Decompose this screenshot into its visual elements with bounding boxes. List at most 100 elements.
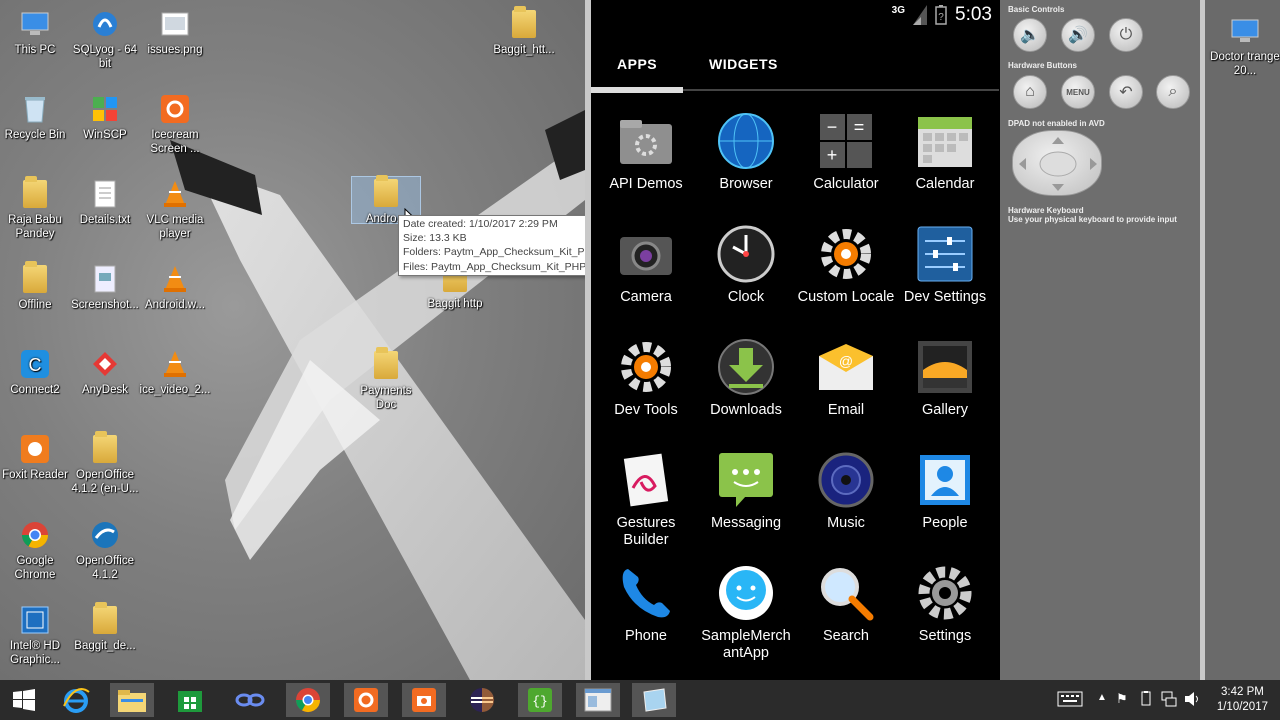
desktop-icon-intel-hd[interactable]: Intel® HD Graphic... bbox=[0, 604, 71, 667]
app-gallery[interactable]: Gallery bbox=[895, 338, 995, 419]
flag-icon[interactable]: ⚑ bbox=[1116, 691, 1128, 707]
keyboard-icon[interactable] bbox=[1057, 691, 1083, 710]
clock-icon bbox=[717, 225, 775, 283]
desktop-icon-google-chrome[interactable]: Google Chrome bbox=[0, 519, 71, 582]
power-button[interactable]: ⏻ bbox=[1109, 18, 1143, 52]
app-people[interactable]: People bbox=[895, 451, 995, 532]
desktop-icon-issues-png[interactable]: issues.png bbox=[139, 8, 211, 57]
gear-orange-icon bbox=[817, 225, 875, 283]
start-button[interactable] bbox=[2, 683, 46, 717]
desktop-icon-screenshot[interactable]: Screenshot... bbox=[69, 263, 141, 312]
volume-down-button[interactable]: 🔈 bbox=[1013, 18, 1047, 52]
tab-apps[interactable]: APPS bbox=[617, 56, 657, 72]
tab-widgets[interactable]: WIDGETS bbox=[709, 56, 778, 72]
desktop-icon-baggit-htt[interactable]: Baggit_htt... bbox=[484, 6, 564, 57]
app-calendar[interactable]: Calendar bbox=[895, 112, 995, 193]
taskbar-window-app[interactable] bbox=[576, 683, 620, 717]
desktop-icon-icecream[interactable]: Icecream Screen ... bbox=[139, 93, 211, 156]
speaker-icon bbox=[817, 451, 875, 509]
speaker-icon[interactable] bbox=[1184, 691, 1200, 710]
taskbar-clock[interactable]: 3:42 PM 1/10/2017 bbox=[1217, 685, 1268, 715]
app-clock[interactable]: Clock bbox=[696, 225, 796, 306]
folder-icon bbox=[506, 6, 542, 40]
taskbar-icecream[interactable] bbox=[344, 683, 388, 717]
app-email[interactable]: @ Email bbox=[796, 338, 896, 419]
desktop-icon-openoffice-folder[interactable]: OpenOffice 4.1.2 (en-U... bbox=[69, 431, 141, 496]
desktop-icon-this-pc[interactable]: This PC bbox=[0, 8, 71, 57]
app-downloads[interactable]: Downloads bbox=[696, 338, 796, 419]
signal-icon bbox=[913, 5, 928, 25]
desktop-icon-winscp[interactable]: WinSCP bbox=[69, 93, 141, 142]
app-settings[interactable]: Settings bbox=[895, 564, 995, 645]
desktop-icon-foxit-reader[interactable]: Foxit Reader bbox=[0, 433, 71, 482]
gear-icon bbox=[916, 564, 974, 622]
menu-button[interactable]: MENU bbox=[1061, 75, 1095, 109]
app-browser[interactable]: Browser bbox=[696, 112, 796, 193]
svg-text:?: ? bbox=[938, 12, 944, 23]
battery-icon: ? bbox=[935, 5, 947, 25]
app-search[interactable]: Search bbox=[796, 564, 896, 645]
desktop-icon-payments-doc[interactable]: Payments Doc bbox=[350, 347, 422, 412]
folder-icon bbox=[17, 261, 53, 295]
app-messaging[interactable]: Messaging bbox=[696, 451, 796, 532]
desktop-icon-android-w[interactable]: Android.w... bbox=[139, 263, 211, 312]
power-plug-icon[interactable] bbox=[1139, 691, 1153, 710]
app-custom-locale[interactable]: Custom Locale bbox=[796, 225, 896, 306]
desktop-icon-recycle-bin[interactable]: Recycle Bin bbox=[0, 93, 71, 142]
app-sample-merchant[interactable]: SampleMerchantApp bbox=[696, 564, 796, 662]
app-api-demos[interactable]: API Demos bbox=[596, 112, 696, 193]
taskbar-store[interactable] bbox=[168, 683, 212, 717]
taskbar-file-explorer[interactable] bbox=[110, 683, 154, 717]
taskbar-chrome[interactable] bbox=[286, 683, 330, 717]
android-screen[interactable]: 3G ? 5:03 APPS WIDGETS API Demos Browser… bbox=[591, 0, 1000, 680]
volume-up-button[interactable]: 🔊 bbox=[1061, 18, 1095, 52]
vlc-icon bbox=[157, 348, 193, 380]
image-file-icon bbox=[157, 8, 193, 40]
desktop-icon-offline[interactable]: Offline bbox=[0, 261, 71, 312]
globe-icon bbox=[717, 112, 775, 170]
home-button[interactable]: ⌂ bbox=[1013, 75, 1047, 109]
desktop-icon-doctor-strange[interactable]: Doctor trange 20... bbox=[1209, 15, 1280, 78]
app-dev-tools[interactable]: Dev Tools bbox=[596, 338, 696, 419]
dpad-control[interactable] bbox=[1012, 130, 1102, 196]
home-icon: ⌂ bbox=[1025, 83, 1035, 100]
taskbar-emulator[interactable] bbox=[632, 683, 676, 717]
desktop-icon-details-txt[interactable]: Details.txt bbox=[69, 178, 141, 227]
basic-controls-label: Basic Controls bbox=[1008, 5, 1065, 14]
app-phone[interactable]: Phone bbox=[596, 564, 696, 645]
taskbar-link-app[interactable] bbox=[228, 683, 272, 717]
desktop-icon-anydesk[interactable]: AnyDesk bbox=[69, 348, 141, 397]
back-button[interactable]: ↶ bbox=[1109, 75, 1143, 109]
store-icon bbox=[178, 691, 202, 712]
taskbar-eclipse[interactable] bbox=[460, 683, 504, 717]
taskbar-brackets[interactable]: {} bbox=[518, 683, 562, 717]
volume-down-icon: 🔈 bbox=[1020, 27, 1040, 44]
file-icon bbox=[87, 263, 123, 295]
show-hidden-icons-chevron-icon[interactable]: ▲ bbox=[1097, 692, 1107, 703]
folder-icon bbox=[368, 175, 404, 209]
gallery-icon bbox=[916, 338, 974, 396]
desktop-icon-connect2[interactable]: C Connect2 bbox=[0, 348, 71, 397]
desktop-icon-openoffice[interactable]: OpenOffice 4.1.2 bbox=[69, 519, 141, 582]
search-button[interactable]: ⌕ bbox=[1156, 75, 1190, 109]
app-gestures-builder[interactable]: Gestures Builder bbox=[596, 451, 696, 549]
app-music[interactable]: Music bbox=[796, 451, 896, 532]
infinity-icon bbox=[235, 693, 265, 707]
desktop-icon-baggit-de[interactable]: Baggit_de... bbox=[69, 602, 141, 653]
app-camera[interactable]: Camera bbox=[596, 225, 696, 306]
desktop-icon-ice-video[interactable]: ice_video_2... bbox=[139, 348, 211, 397]
active-tab-indicator bbox=[591, 87, 683, 93]
network-icon[interactable] bbox=[1161, 691, 1177, 710]
desktop-icon-raja-babu-pandey[interactable]: Raja Babu Pandey bbox=[0, 176, 71, 241]
winscp-icon bbox=[87, 93, 123, 125]
sliders-icon bbox=[916, 225, 974, 283]
desktop-icon-vlc[interactable]: VLC media player bbox=[139, 178, 211, 241]
app-dev-settings[interactable]: Dev Settings bbox=[895, 225, 995, 306]
taskbar-internet-explorer[interactable] bbox=[54, 683, 98, 717]
taskbar-icecream-recorder[interactable] bbox=[402, 683, 446, 717]
camera-icon bbox=[617, 225, 675, 283]
taskbar: {} ▲ ⚑ 3:42 PM 1/10/2017 bbox=[0, 680, 1280, 720]
app-calculator[interactable]: − = + Calculator bbox=[796, 112, 896, 193]
desktop-icon-sqlyog[interactable]: SQLyog - 64 bit bbox=[69, 8, 141, 71]
hardware-keyboard-label: Hardware Keyboard bbox=[1008, 206, 1084, 215]
